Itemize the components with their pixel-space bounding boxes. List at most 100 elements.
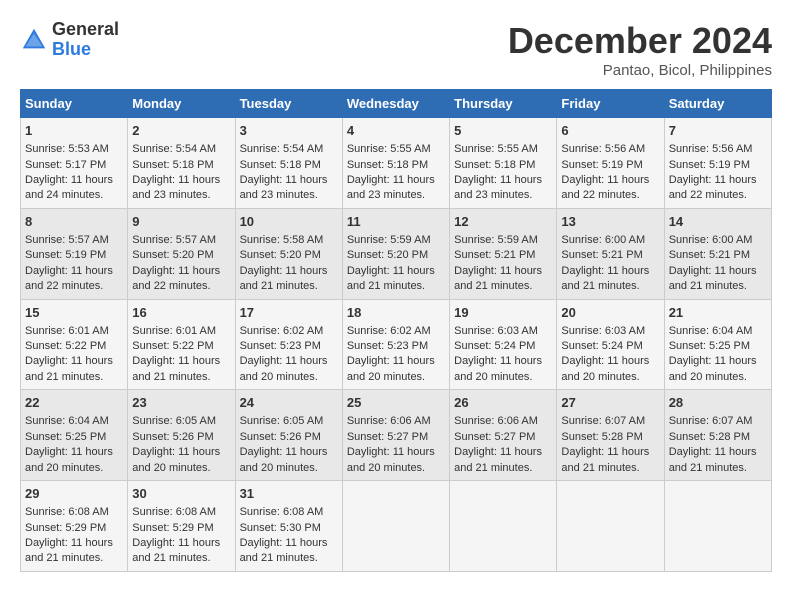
day-cell: 23 Sunrise: 6:05 AM Sunset: 5:26 PM Dayli…: [128, 390, 235, 481]
day-number: 7: [669, 122, 767, 140]
day-info: Sunrise: 5:54 AM Sunset: 5:18 PM Dayligh…: [132, 143, 220, 201]
day-number: 18: [347, 304, 445, 322]
week-row-1: 1 Sunrise: 5:53 AM Sunset: 5:17 PM Daylig…: [21, 118, 772, 209]
day-info: Sunrise: 5:58 AM Sunset: 5:20 PM Dayligh…: [240, 234, 328, 292]
logo-general: General: [52, 20, 119, 40]
day-header-sunday: Sunday: [21, 90, 128, 118]
day-number: 4: [347, 122, 445, 140]
day-number: 13: [561, 213, 659, 231]
day-cell: 25Sunrise: 6:06 AM Sunset: 5:27 PM Dayli…: [342, 390, 449, 481]
day-number: 21: [669, 304, 767, 322]
day-number: 29: [25, 485, 123, 503]
day-cell: 15 Sunrise: 6:01 AM Sunset: 5:22 PM Dayli…: [21, 299, 128, 390]
day-cell: 2 Sunrise: 5:54 AM Sunset: 5:18 PM Daylig…: [128, 118, 235, 209]
day-number: 1: [25, 122, 123, 140]
day-header-monday: Monday: [128, 90, 235, 118]
day-info: Sunrise: 6:02 AM Sunset: 5:23 PM Dayligh…: [347, 325, 435, 383]
day-info: Sunrise: 5:59 AM Sunset: 5:20 PM Dayligh…: [347, 234, 435, 292]
day-cell: 1 Sunrise: 5:53 AM Sunset: 5:17 PM Daylig…: [21, 118, 128, 209]
day-cell: 11Sunrise: 5:59 AM Sunset: 5:20 PM Dayli…: [342, 208, 449, 299]
day-info: Sunrise: 5:55 AM Sunset: 5:18 PM Dayligh…: [454, 143, 542, 201]
calendar-table: SundayMondayTuesdayWednesdayThursdayFrid…: [20, 89, 772, 572]
day-info: Sunrise: 5:56 AM Sunset: 5:19 PM Dayligh…: [669, 143, 757, 201]
day-info: Sunrise: 6:00 AM Sunset: 5:21 PM Dayligh…: [561, 234, 649, 292]
day-number: 24: [240, 394, 338, 412]
day-cell: 28Sunrise: 6:07 AM Sunset: 5:28 PM Dayli…: [664, 390, 771, 481]
day-cell: 17 Sunrise: 6:02 AM Sunset: 5:23 PM Dayli…: [235, 299, 342, 390]
day-number: 25: [347, 394, 445, 412]
day-cell: 19 Sunrise: 6:03 AM Sunset: 5:24 PM Dayli…: [450, 299, 557, 390]
day-cell: [450, 481, 557, 572]
week-row-4: 22 Sunrise: 6:04 AM Sunset: 5:25 PM Dayli…: [21, 390, 772, 481]
day-number: 22: [25, 394, 123, 412]
day-cell: 26 Sunrise: 6:06 AM Sunset: 5:27 PM Dayli…: [450, 390, 557, 481]
day-number: 23: [132, 394, 230, 412]
day-number: 20: [561, 304, 659, 322]
week-row-3: 15 Sunrise: 6:01 AM Sunset: 5:22 PM Dayli…: [21, 299, 772, 390]
day-header-friday: Friday: [557, 90, 664, 118]
day-header-saturday: Saturday: [664, 90, 771, 118]
day-header-thursday: Thursday: [450, 90, 557, 118]
day-number: 2: [132, 122, 230, 140]
day-number: 17: [240, 304, 338, 322]
day-info: Sunrise: 6:05 AM Sunset: 5:26 PM Dayligh…: [132, 415, 220, 473]
day-info: Sunrise: 6:03 AM Sunset: 5:24 PM Dayligh…: [561, 325, 649, 383]
day-info: Sunrise: 6:06 AM Sunset: 5:27 PM Dayligh…: [454, 415, 542, 473]
day-number: 16: [132, 304, 230, 322]
day-number: 28: [669, 394, 767, 412]
day-number: 3: [240, 122, 338, 140]
day-info: Sunrise: 6:08 AM Sunset: 5:29 PM Dayligh…: [132, 506, 220, 564]
day-info: Sunrise: 6:03 AM Sunset: 5:24 PM Dayligh…: [454, 325, 542, 383]
day-number: 10: [240, 213, 338, 231]
day-cell: 5 Sunrise: 5:55 AM Sunset: 5:18 PM Daylig…: [450, 118, 557, 209]
day-info: Sunrise: 6:00 AM Sunset: 5:21 PM Dayligh…: [669, 234, 757, 292]
day-info: Sunrise: 5:57 AM Sunset: 5:20 PM Dayligh…: [132, 234, 220, 292]
day-info: Sunrise: 5:53 AM Sunset: 5:17 PM Dayligh…: [25, 143, 113, 201]
day-cell: [557, 481, 664, 572]
day-cell: 22 Sunrise: 6:04 AM Sunset: 5:25 PM Dayli…: [21, 390, 128, 481]
day-info: Sunrise: 6:07 AM Sunset: 5:28 PM Dayligh…: [561, 415, 649, 473]
day-number: 9: [132, 213, 230, 231]
day-info: Sunrise: 6:08 AM Sunset: 5:29 PM Dayligh…: [25, 506, 113, 564]
day-number: 19: [454, 304, 552, 322]
day-info: Sunrise: 6:04 AM Sunset: 5:25 PM Dayligh…: [669, 325, 757, 383]
day-cell: 29 Sunrise: 6:08 AM Sunset: 5:29 PM Dayli…: [21, 481, 128, 572]
day-info: Sunrise: 6:04 AM Sunset: 5:25 PM Dayligh…: [25, 415, 113, 473]
day-info: Sunrise: 5:59 AM Sunset: 5:21 PM Dayligh…: [454, 234, 542, 292]
day-number: 27: [561, 394, 659, 412]
day-cell: 21 Sunrise: 6:04 AM Sunset: 5:25 PM Dayli…: [664, 299, 771, 390]
day-cell: 8Sunrise: 5:57 AM Sunset: 5:19 PM Daylig…: [21, 208, 128, 299]
day-info: Sunrise: 5:56 AM Sunset: 5:19 PM Dayligh…: [561, 143, 649, 201]
day-cell: 16Sunrise: 6:01 AM Sunset: 5:22 PM Dayli…: [128, 299, 235, 390]
logo: General Blue: [20, 20, 119, 60]
day-number: 8: [25, 213, 123, 231]
day-info: Sunrise: 6:02 AM Sunset: 5:23 PM Dayligh…: [240, 325, 328, 383]
header-row: SundayMondayTuesdayWednesdayThursdayFrid…: [21, 90, 772, 118]
month-title: December 2024: [508, 20, 772, 62]
day-number: 31: [240, 485, 338, 503]
day-cell: 20 Sunrise: 6:03 AM Sunset: 5:24 PM Dayli…: [557, 299, 664, 390]
day-info: Sunrise: 6:01 AM Sunset: 5:22 PM Dayligh…: [25, 325, 113, 383]
day-cell: 12 Sunrise: 5:59 AM Sunset: 5:21 PM Dayli…: [450, 208, 557, 299]
day-cell: 7 Sunrise: 5:56 AM Sunset: 5:19 PM Daylig…: [664, 118, 771, 209]
day-cell: 10 Sunrise: 5:58 AM Sunset: 5:20 PM Dayli…: [235, 208, 342, 299]
day-number: 12: [454, 213, 552, 231]
day-number: 15: [25, 304, 123, 322]
day-cell: 24Sunrise: 6:05 AM Sunset: 5:26 PM Dayli…: [235, 390, 342, 481]
logo-text: General Blue: [52, 20, 119, 60]
day-cell: [342, 481, 449, 572]
day-number: 5: [454, 122, 552, 140]
day-number: 26: [454, 394, 552, 412]
title-area: December 2024 Pantao, Bicol, Philippines: [508, 20, 772, 79]
week-row-5: 29 Sunrise: 6:08 AM Sunset: 5:29 PM Dayli…: [21, 481, 772, 572]
day-header-tuesday: Tuesday: [235, 90, 342, 118]
day-cell: [664, 481, 771, 572]
day-info: Sunrise: 6:08 AM Sunset: 5:30 PM Dayligh…: [240, 506, 328, 564]
day-cell: 31 Sunrise: 6:08 AM Sunset: 5:30 PM Dayli…: [235, 481, 342, 572]
day-cell: 18 Sunrise: 6:02 AM Sunset: 5:23 PM Dayli…: [342, 299, 449, 390]
day-cell: 30 Sunrise: 6:08 AM Sunset: 5:29 PM Dayli…: [128, 481, 235, 572]
logo-icon: [20, 26, 48, 54]
day-info: Sunrise: 5:54 AM Sunset: 5:18 PM Dayligh…: [240, 143, 328, 201]
day-number: 14: [669, 213, 767, 231]
day-number: 30: [132, 485, 230, 503]
